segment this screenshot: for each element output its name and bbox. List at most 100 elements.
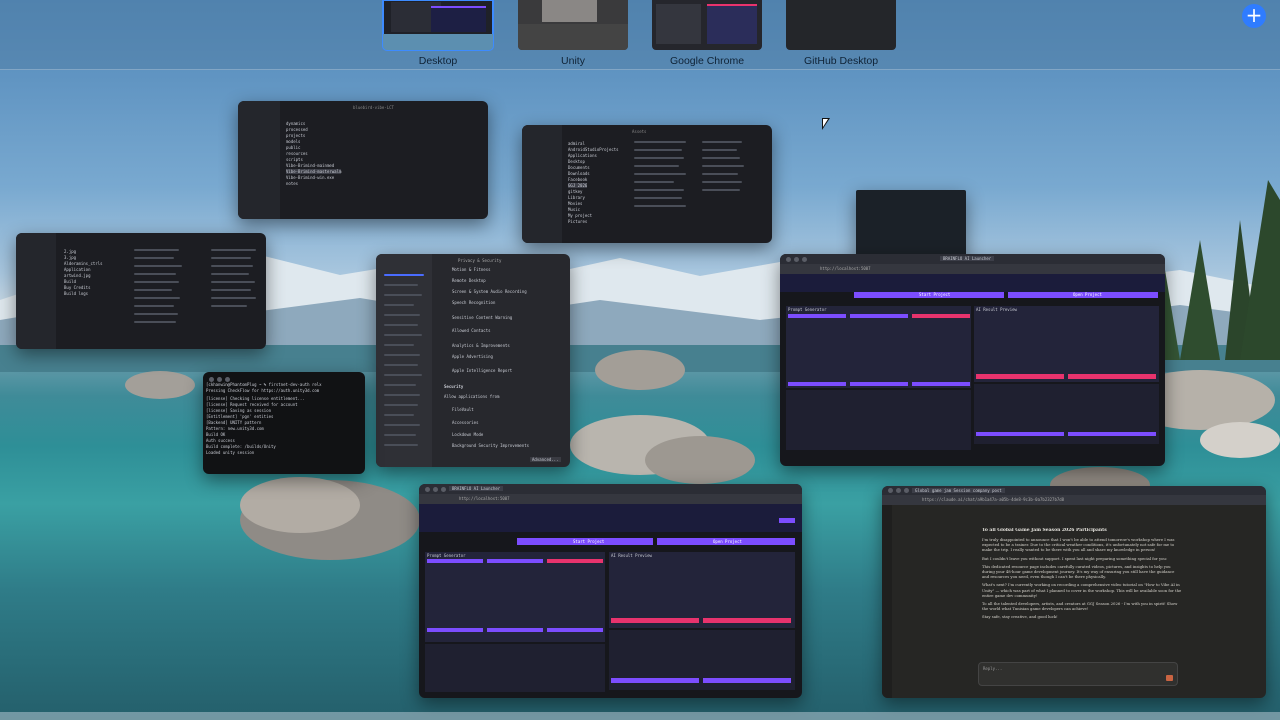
settings-row[interactable]: Accessories	[452, 420, 479, 425]
chrome-window-launcher[interactable]: BRAINFLO AI Launcher http://localhost:50…	[780, 254, 1165, 466]
add-space-button[interactable]: +	[1242, 4, 1266, 28]
terminal-line: Build complete: /builds/Unity	[206, 444, 276, 449]
space-google-chrome[interactable]: Google Chrome	[652, 0, 762, 67]
list-item[interactable]: Downloads	[568, 171, 590, 176]
settings-section-heading: Security	[444, 384, 464, 389]
list-item[interactable]: Pictures	[568, 219, 587, 224]
list-item[interactable]: resources	[286, 151, 308, 156]
reply-input[interactable]: Reply...	[978, 662, 1178, 686]
start-project-button[interactable]: Start Project	[517, 538, 653, 545]
traffic-light-buttons[interactable]	[425, 487, 446, 492]
list-item[interactable]: Movies	[568, 201, 582, 206]
list-item[interactable]: Build	[64, 279, 76, 284]
list-item[interactable]: Application	[64, 267, 91, 272]
list-item[interactable]: Vibe-Brimind-win.exe	[286, 175, 334, 180]
space-unity-thumbnail[interactable]	[518, 0, 628, 50]
list-item[interactable]: Documents	[568, 165, 590, 170]
list-item[interactable]: Alderamins_ctrls	[64, 261, 103, 266]
start-project-button[interactable]: Start Project	[854, 292, 1004, 298]
list-item[interactable]: 3.jpg	[64, 255, 76, 260]
chrome-tab[interactable]: BRAINFLO AI Launcher	[940, 256, 995, 261]
list-item[interactable]: projects	[286, 133, 305, 138]
list-item[interactable]: Vibe-Brimind-mainmed	[286, 163, 334, 168]
advanced-button[interactable]: Advanced...	[530, 457, 561, 462]
chrome-window-claude[interactable]: Global game jam Session company post htt…	[882, 486, 1266, 698]
claude-message: To all Global Game Jam Season 2026 Parti…	[982, 528, 1182, 678]
settings-row[interactable]: Background Security Improvements	[452, 443, 529, 448]
chrome-tab[interactable]: BRAINFLO AI Launcher	[449, 486, 504, 491]
list-item[interactable]: My project	[568, 213, 592, 218]
terminal-line: [ckhanwin@PhantomPlug ~ % firstnet-dev-a…	[206, 382, 322, 387]
list-item[interactable]: models	[286, 139, 300, 144]
message-paragraph: This dedicated resource page includes ca…	[982, 563, 1175, 580]
traffic-light-buttons[interactable]	[786, 257, 807, 262]
list-item[interactable]: Build logs	[64, 291, 88, 296]
list-item[interactable]: Facebook	[568, 177, 587, 182]
open-project-button[interactable]: Open Project	[657, 538, 795, 545]
list-item[interactable]: GGJ 2026	[568, 183, 588, 188]
traffic-light-buttons[interactable]	[888, 488, 909, 493]
settings-row[interactable]: Allow applications from	[444, 394, 499, 399]
list-item[interactable]: public	[286, 145, 300, 150]
message-paragraph: I'm truly disappointed to announce that …	[982, 537, 1175, 553]
list-item[interactable]: Desktop	[568, 159, 585, 164]
terminal-window[interactable]: [ckhanwin@PhantomPlug ~ % firstnet-dev-a…	[203, 372, 365, 474]
github-desktop-window-preview[interactable]	[856, 190, 966, 260]
settings-row[interactable]: Screen & System Audio Recording	[452, 289, 527, 294]
finder-window-bluebird[interactable]: bluebird-vibe-LCT dynamics processed pro…	[238, 101, 488, 219]
address-bar[interactable]: http://localhost:5007	[459, 496, 510, 501]
space-chrome-thumbnail[interactable]	[652, 0, 762, 50]
list-item[interactable]: artwind.jpg	[64, 273, 91, 278]
settings-row[interactable]: Speech Recognition	[452, 300, 495, 305]
send-button[interactable]	[1166, 675, 1173, 681]
list-item[interactable]: Music	[568, 207, 580, 212]
panel-title: Prompt Generator	[788, 307, 827, 312]
list-item[interactable]: admiral	[568, 141, 585, 146]
space-desktop-thumbnail[interactable]	[382, 0, 494, 51]
finder-window-assets[interactable]: Assets admiral AndroidStudioProjects App…	[522, 125, 772, 243]
chrome-tab-bar: BRAINFLO AI Launcher	[780, 254, 1165, 264]
list-item[interactable]: Library	[568, 195, 585, 200]
space-github-desktop[interactable]: GitHub Desktop	[786, 0, 896, 67]
space-desktop[interactable]: Desktop	[382, 0, 494, 67]
finder-window-title: Assets	[632, 129, 647, 134]
settings-row[interactable]: Apple Intelligence Report	[452, 368, 512, 373]
dock	[0, 712, 1280, 720]
list-item[interactable]: gitkey	[568, 189, 582, 194]
open-project-button[interactable]: Open Project	[1008, 292, 1158, 298]
list-item[interactable]: notes	[286, 181, 298, 186]
list-item[interactable]: Applications	[568, 153, 597, 158]
list-item[interactable]: dynamics	[286, 121, 305, 126]
space-desktop-label: Desktop	[418, 55, 458, 67]
chrome-window-launcher-2[interactable]: BRAINFLO AI Launcher http://localhost:50…	[419, 484, 802, 698]
settings-window-privacy[interactable]: Privacy & Security Motion & Fitness Remo…	[376, 254, 570, 467]
settings-row[interactable]: Lockdown Mode	[452, 432, 483, 437]
terminal-line: [license] Checking license entitlement..…	[206, 396, 305, 401]
message-signoff: Stay safe, stay creative, and good luck!	[982, 614, 1058, 620]
claude-sidebar	[882, 505, 892, 698]
settings-row[interactable]: Sensitive Content Warning	[452, 315, 512, 320]
settings-row[interactable]: Analytics & Improvements	[452, 343, 510, 348]
chrome-tab[interactable]: Global game jam Session company post	[912, 488, 1005, 493]
settings-row[interactable]: Apple Advertising	[452, 354, 493, 359]
list-item[interactable]: processed	[286, 127, 308, 132]
terminal-line: Build OK	[206, 432, 226, 437]
space-unity[interactable]: Unity	[518, 0, 628, 67]
finder-window-downloads[interactable]: 2.jpg 3.jpg Alderamins_ctrls Application…	[16, 233, 266, 349]
chrome-tab-bar: BRAINFLO AI Launcher	[419, 484, 802, 494]
reply-placeholder: Reply...	[983, 666, 1003, 671]
message-paragraph: What's next? I'm currently working on re…	[982, 582, 1182, 598]
list-item[interactable]: scripts	[286, 157, 303, 162]
settings-row[interactable]: Remote Desktop	[452, 278, 486, 283]
settings-row[interactable]: Motion & Fitness	[452, 267, 491, 272]
list-item[interactable]: Vibe-Brimind-masterwalm	[286, 169, 342, 174]
list-item[interactable]: 2.jpg	[64, 249, 76, 254]
settings-row[interactable]: Allowed Contacts	[452, 328, 491, 333]
list-item[interactable]: Buy Credits	[64, 285, 91, 290]
address-bar[interactable]: http://localhost:5007	[820, 266, 871, 271]
address-bar[interactable]: https://claude.ai/chat/a9b1a47a-a05b-4de…	[922, 497, 1064, 502]
space-github-thumbnail[interactable]	[786, 0, 896, 50]
list-item[interactable]: AndroidStudioProjects	[568, 147, 619, 152]
space-unity-label: Unity	[561, 55, 585, 67]
settings-row[interactable]: FileVault	[452, 407, 474, 412]
